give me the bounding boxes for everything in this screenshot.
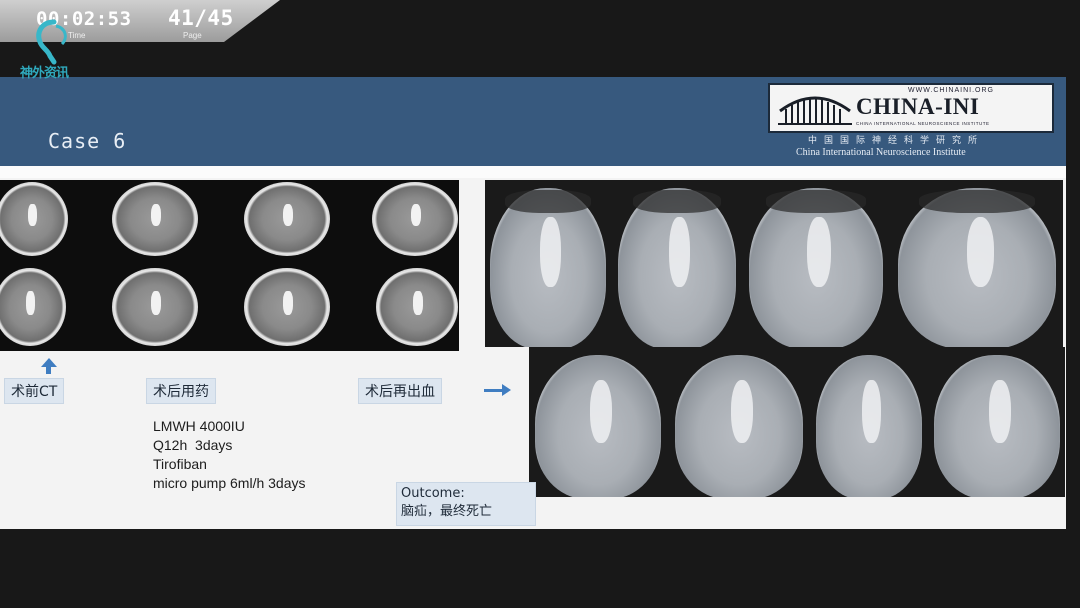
outcome-box: Outcome: 脑疝，最终死亡 <box>396 482 536 526</box>
postop-ct-image-row-1 <box>485 180 1063 347</box>
medication-line: micro pump 6ml/h 3days <box>153 475 306 491</box>
medication-line: Tirofiban <box>153 456 207 472</box>
preop-ct-label: 术前CT <box>4 378 65 404</box>
postop-rebleed-label: 术后再出血 <box>358 378 442 404</box>
medication-list: LMWH 4000IU Q12h 3days Tirofiban micro p… <box>153 417 306 493</box>
brand-subtitle: CHINA INTERNATIONAL NEUROSCIENCE INSTITU… <box>856 121 990 126</box>
header-divider <box>0 166 1066 178</box>
slide-header: Case 6 WWW.CHINAINI.ORG CHINA-INI CHINA … <box>0 77 1066 166</box>
outcome-text: 脑疝，最终死亡 <box>401 504 493 519</box>
channel-logo-text: 神外资讯 <box>20 66 69 81</box>
outcome-title: Outcome: <box>401 486 465 501</box>
channel-logo: 神外资讯 <box>20 16 84 86</box>
brand-name: CHINA-INI <box>856 94 980 119</box>
postop-ct-image-row-2 <box>529 347 1065 497</box>
postop-medication-label: 术后用药 <box>146 378 216 404</box>
medication-line: LMWH 4000IU <box>153 418 245 434</box>
brand-chinese-name: 中国国际神经科学研究所 <box>808 136 985 146</box>
arrow-right-icon <box>502 384 511 396</box>
arrow-right-stem <box>484 389 502 392</box>
presentation-slide: Case 6 WWW.CHINAINI.ORG CHINA-INI CHINA … <box>0 77 1066 529</box>
page-counter: 41/45 <box>168 6 234 30</box>
medication-line: Q12h 3days <box>153 437 233 453</box>
neurosurgery-logo-icon <box>36 19 67 65</box>
preop-ct-image <box>0 180 459 351</box>
brand-url: WWW.CHINAINI.ORG <box>908 87 994 94</box>
brand-english-name: China International Neuroscience Institu… <box>796 147 966 158</box>
page-counter-label: Page <box>183 31 202 40</box>
arrow-up-stem <box>46 366 51 374</box>
slide-title: Case 6 <box>48 129 127 153</box>
institute-building-icon <box>778 96 852 125</box>
brand-logo-box: WWW.CHINAINI.ORG CHINA-INI CHINA INTERNA… <box>768 83 1054 133</box>
